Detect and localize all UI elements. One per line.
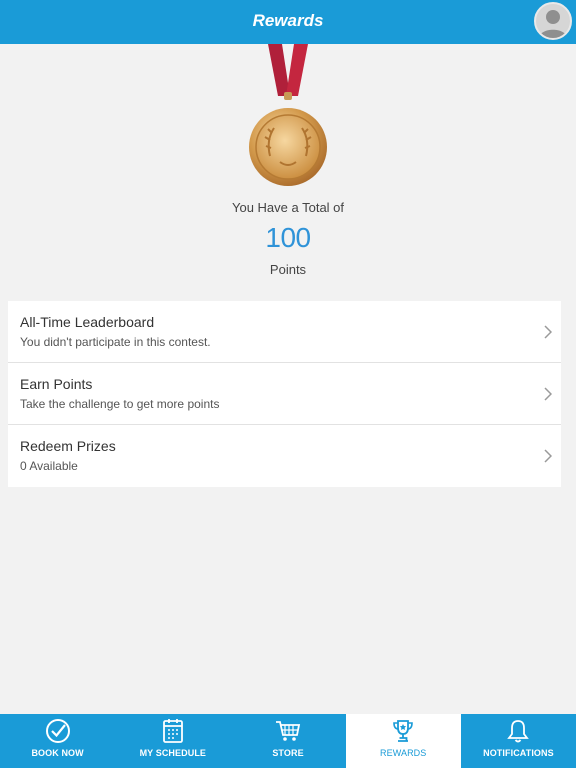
tab-label: MY SCHEDULE: [139, 748, 207, 758]
menu-item-subtitle: Take the challenge to get more points: [20, 397, 220, 411]
chevron-right-icon: [544, 387, 552, 401]
points-total-label: You Have a Total of: [231, 200, 345, 215]
menu-item-subtitle: You didn't participate in this contest.: [20, 335, 211, 349]
menu-item-title: Earn Points: [20, 376, 93, 392]
check-circle-icon: [45, 719, 70, 743]
menu-item-title: All-Time Leaderboard: [20, 314, 155, 330]
tab-notifications[interactable]: NOTIFICATIONS: [461, 714, 576, 768]
menu-item-subtitle: 0 Available: [20, 459, 78, 473]
medal-icon: [249, 44, 327, 186]
tab-book-now[interactable]: BOOK NOW: [0, 714, 115, 768]
bottom-tab-bar: BOOK NOW MY SCHEDULE STORE REWARDS NOTIF…: [0, 714, 576, 768]
calendar-icon: [162, 719, 183, 743]
bell-icon: [507, 720, 530, 743]
tab-label: NOTIFICATIONS: [483, 748, 554, 758]
cart-icon: [276, 721, 301, 741]
tab-label: STORE: [272, 748, 304, 758]
tab-label: REWARDS: [380, 748, 427, 758]
trophy-icon: [393, 720, 414, 742]
tab-my-schedule[interactable]: MY SCHEDULE: [115, 714, 230, 768]
tab-store[interactable]: STORE: [230, 714, 345, 768]
tab-rewards[interactable]: REWARDS: [345, 714, 461, 768]
points-unit-label: Points: [269, 262, 307, 277]
chevron-right-icon: [544, 449, 552, 463]
menu-item-title: Redeem Prizes: [20, 438, 116, 454]
tab-label: BOOK NOW: [31, 748, 84, 758]
leaderboard-item[interactable]: All-Time Leaderboard You didn't particip…: [8, 301, 561, 363]
page-title: Rewards: [252, 11, 324, 30]
user-icon: [539, 10, 567, 38]
app-header: Rewards: [0, 0, 576, 44]
redeem-prizes-item[interactable]: Redeem Prizes 0 Available: [8, 425, 561, 487]
profile-avatar-button[interactable]: [534, 2, 572, 40]
points-value: 100: [265, 222, 311, 253]
chevron-right-icon: [544, 325, 552, 339]
rewards-menu: All-Time Leaderboard You didn't particip…: [8, 301, 561, 487]
earn-points-item[interactable]: Earn Points Take the challenge to get mo…: [8, 363, 561, 425]
